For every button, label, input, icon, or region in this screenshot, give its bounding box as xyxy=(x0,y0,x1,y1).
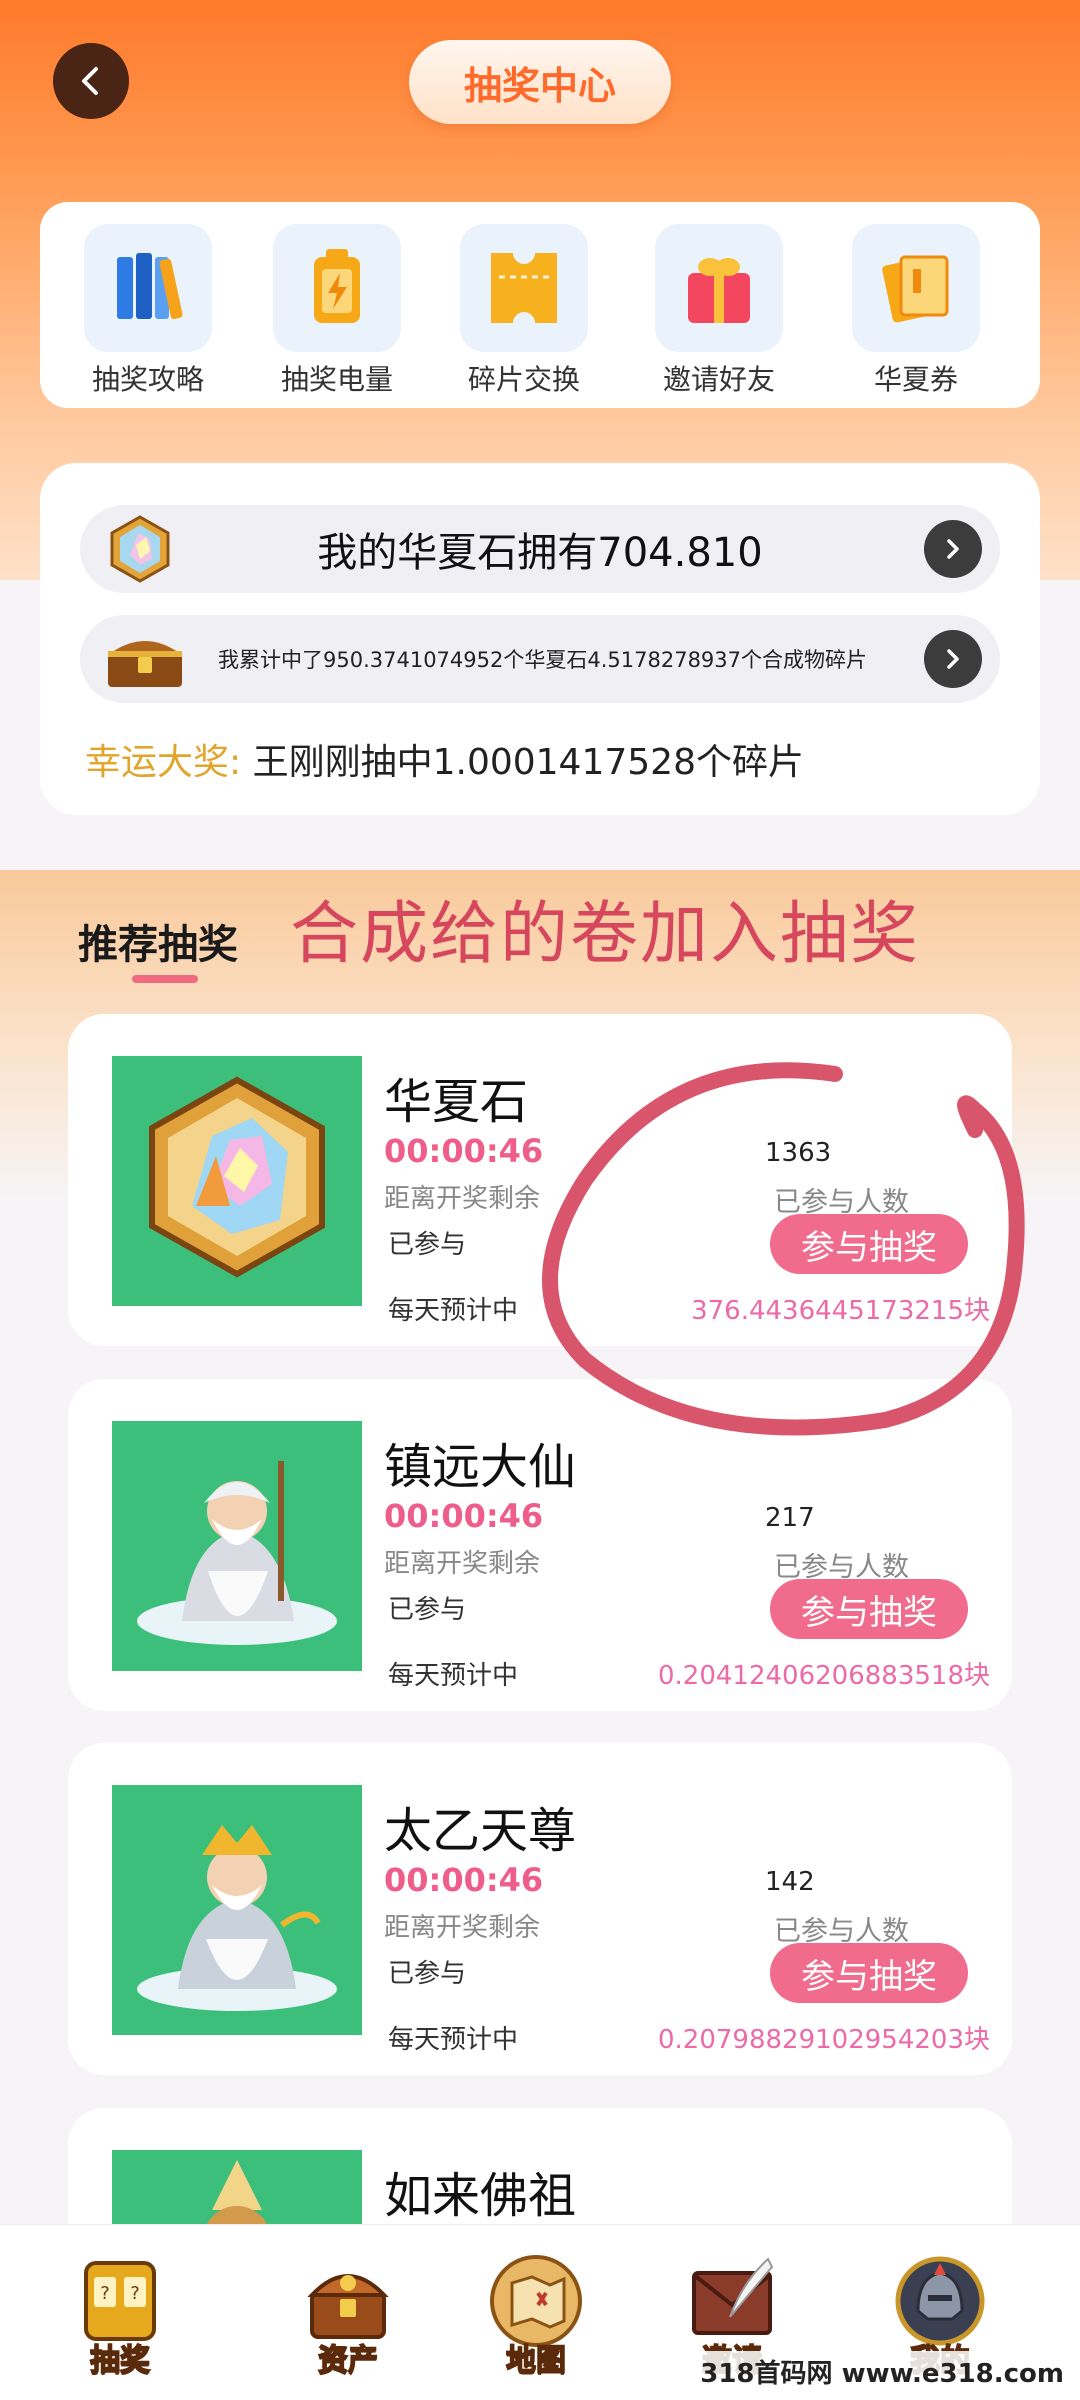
accumulated-winnings-row[interactable]: 我累计中了950.3741074952个华夏石4.5178278937个合成物碎… xyxy=(80,615,1000,703)
menu-item-label: 抽奖电量 xyxy=(280,363,393,396)
lottery-card: 太乙天尊 00:00:46 距离开奖剩余 已参与 每天预计中 142 已参与人数… xyxy=(68,1743,1012,2075)
lot-joined-label: 已参与 xyxy=(388,1230,467,1260)
chevron-right-icon xyxy=(947,649,959,669)
menu-item-label: 华夏券 xyxy=(873,363,958,396)
treasure-chest-icon xyxy=(104,627,186,691)
menu-item-fragment-exchange[interactable]: 碎片交换 xyxy=(444,224,604,398)
hand-drawn-circle-annotation xyxy=(542,1062,1025,1436)
lot-daily-label: 每天预计中 xyxy=(388,1661,519,1691)
lot-countdown-label: 距离开奖剩余 xyxy=(384,1184,541,1214)
chevron-left-icon xyxy=(82,67,98,95)
nav-assets[interactable]: 资产 xyxy=(288,2253,408,2379)
lot-countdown: 00:00:46 xyxy=(384,1132,544,1170)
stone-balance-text: 我的华夏石拥有704.810 xyxy=(317,530,763,576)
lot-daily-amount: 0.20798829102954203块 xyxy=(657,2025,990,2055)
accumulated-winnings-text: 我累计中了950.3741074952个华夏石4.5178278937个合成物碎… xyxy=(218,648,868,672)
stone-balance-arrow-button[interactable] xyxy=(924,520,982,578)
svg-text:?: ? xyxy=(100,2283,110,2304)
join-lottery-button[interactable]: 参与抽奖 xyxy=(770,1943,968,2003)
handwritten-annotation-text: 合成给的卷加入抽奖 xyxy=(290,895,921,974)
quick-menu: 抽奖攻略 抽奖电量 碎片交换 邀请好友 华夏券 xyxy=(40,202,1040,408)
lot-daily-amount: 0.20412406206883518块 xyxy=(657,1661,990,1691)
zhenyuan-immortal-image xyxy=(112,1421,362,1671)
ticket-icon xyxy=(460,224,588,352)
lot-countdown: 00:00:46 xyxy=(384,1497,544,1535)
gift-icon xyxy=(655,224,783,352)
accumulated-arrow-button[interactable] xyxy=(924,630,982,688)
taiyi-celestial-image xyxy=(112,1785,362,2035)
nav-map[interactable]: 地图 xyxy=(476,2253,596,2379)
menu-item-lottery-power[interactable]: 抽奖电量 xyxy=(257,224,417,398)
section-title-underline xyxy=(132,975,198,983)
menu-item-huaxia-coupon[interactable]: 华夏券 xyxy=(836,224,996,398)
lucky-prize-label: 幸运大奖: xyxy=(85,742,242,783)
back-button[interactable] xyxy=(53,43,129,119)
lot-daily-label: 每天预计中 xyxy=(388,1296,519,1326)
lucky-prize-text: 王刚刚抽中1.0001417528个碎片 xyxy=(252,742,804,783)
lot-joined-label: 已参与 xyxy=(388,1959,467,1989)
menu-item-invite-friends[interactable]: 邀请好友 xyxy=(639,224,799,398)
svg-text:?: ? xyxy=(130,2283,140,2304)
join-lottery-button[interactable]: 参与抽奖 xyxy=(770,1579,968,1639)
chevron-right-icon xyxy=(947,539,959,559)
lot-name: 太乙天尊 xyxy=(384,1803,577,1859)
lot-countdown: 00:00:46 xyxy=(384,1861,544,1899)
menu-item-label: 邀请好友 xyxy=(662,363,775,396)
wallet-card: 我的华夏石拥有704.810 我累计中了950.3741074952个华夏石4.… xyxy=(40,463,1040,815)
menu-item-label: 抽奖攻略 xyxy=(91,363,204,396)
lot-participant-count: 142 xyxy=(765,1867,815,1897)
lot-countdown-label: 距离开奖剩余 xyxy=(384,1913,541,1943)
page-title: 抽奖中心 xyxy=(409,40,671,124)
menu-item-lottery-guide[interactable]: 抽奖攻略 xyxy=(68,224,228,398)
battery-icon xyxy=(273,224,401,352)
lot-participant-count: 217 xyxy=(765,1503,815,1533)
books-icon xyxy=(84,224,212,352)
site-watermark: 318首码网 www.e318.com xyxy=(692,2351,1072,2392)
menu-item-label: 碎片交换 xyxy=(467,363,580,396)
coupon-icon xyxy=(852,224,980,352)
section-title: 推荐抽奖 xyxy=(78,922,238,968)
nav-lottery[interactable]: ? ? 抽奖 xyxy=(60,2253,180,2379)
lucky-prize-line: 幸运大奖: 王刚刚抽中1.0001417528个碎片 xyxy=(85,733,804,785)
stone-balance-row[interactable]: 我的华夏石拥有704.810 xyxy=(80,505,1000,593)
huaxia-stone-image xyxy=(112,1056,362,1306)
lot-countdown-label: 距离开奖剩余 xyxy=(384,1549,541,1579)
lot-daily-label: 每天预计中 xyxy=(388,2025,519,2055)
lot-name: 华夏石 xyxy=(384,1074,529,1130)
lot-name: 如来佛祖 xyxy=(384,2168,577,2224)
lot-joined-label: 已参与 xyxy=(388,1595,467,1625)
